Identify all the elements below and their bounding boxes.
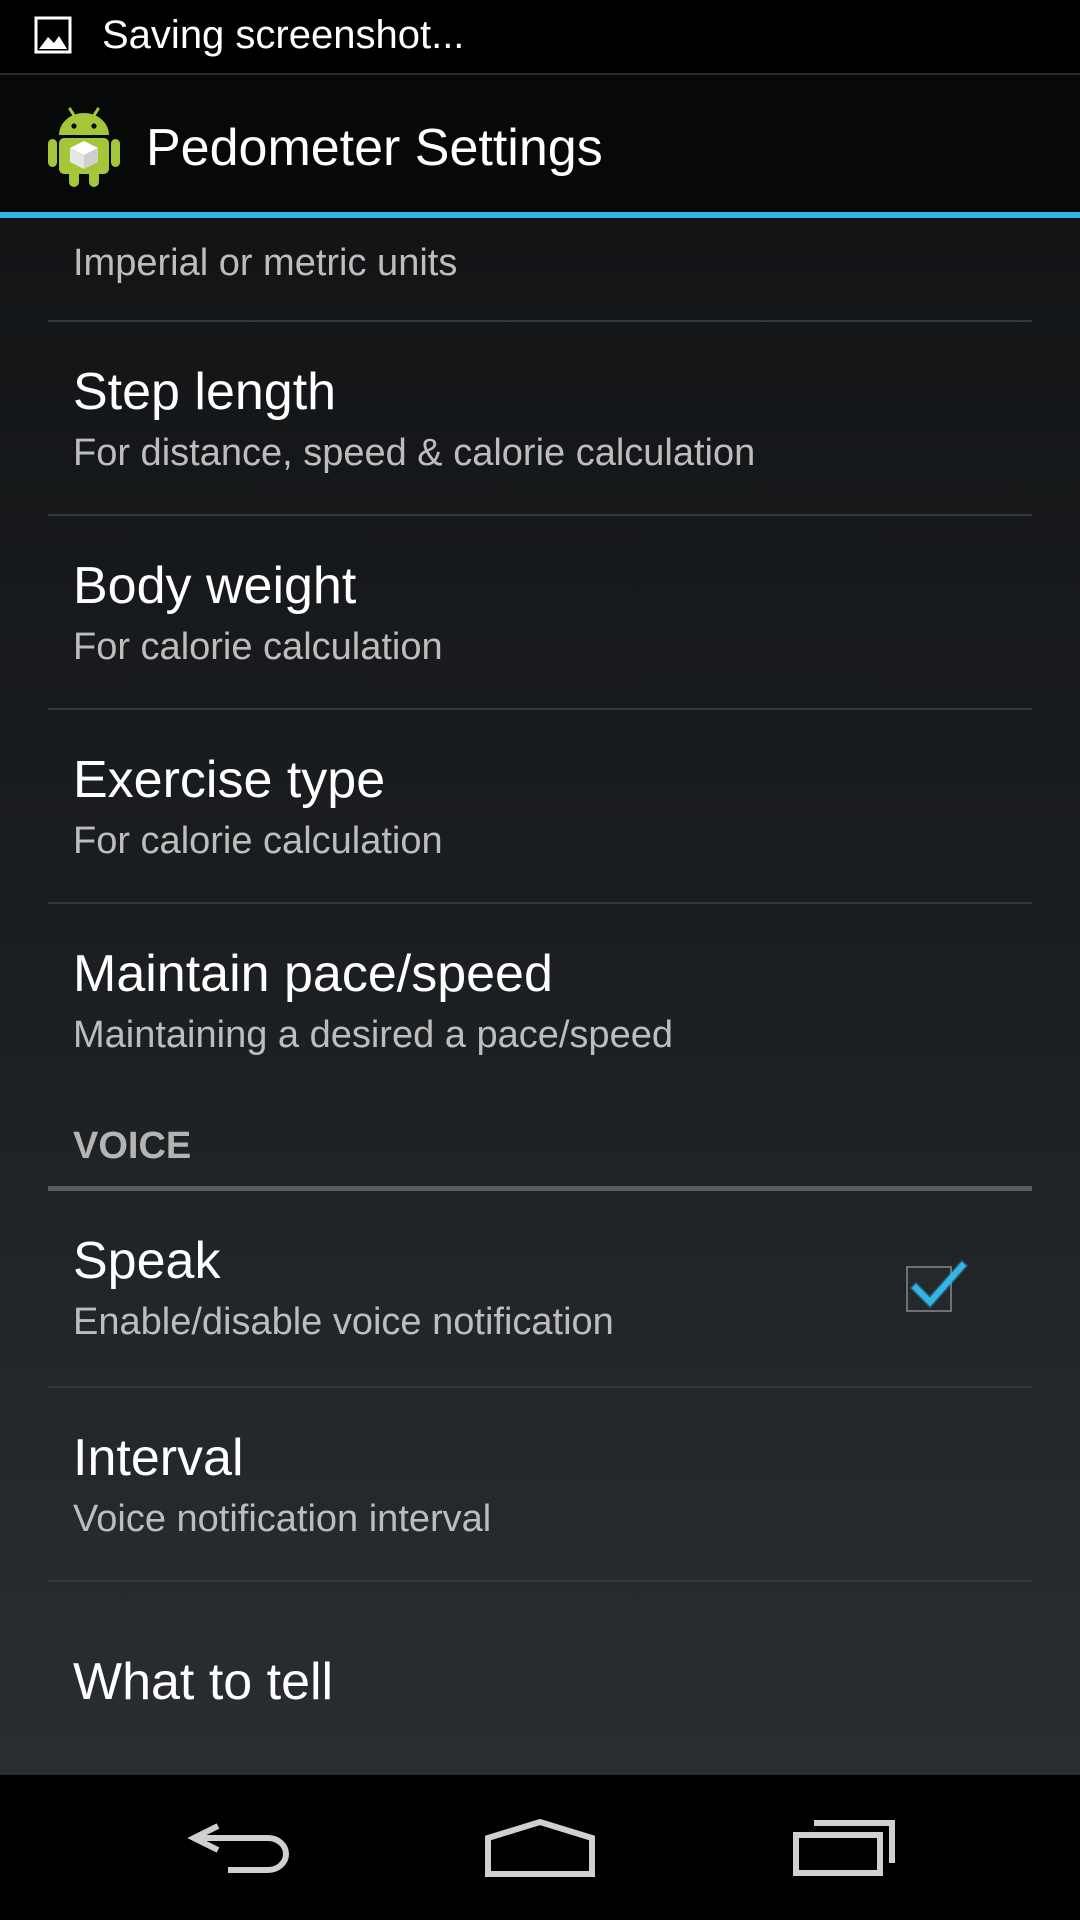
pref-body-weight[interactable]: Body weight For calorie calculation	[48, 516, 1032, 708]
action-bar-title: Pedometer Settings	[146, 119, 603, 177]
pref-speak-title: Speak	[73, 1232, 221, 1290]
home-button[interactable]	[420, 1775, 660, 1920]
preference-list[interactable]: Imperial or metric units Step length For…	[0, 218, 1080, 1775]
pref-interval-summary: Voice notification interval	[73, 1498, 492, 1540]
action-bar: Pedometer Settings	[0, 75, 1080, 217]
recent-apps-button[interactable]	[724, 1775, 964, 1920]
pref-body-weight-summary: For calorie calculation	[73, 626, 443, 668]
pref-units-summary: Imperial or metric units	[73, 242, 458, 284]
android-app-icon[interactable]	[46, 103, 122, 189]
pref-speak[interactable]: Speak Enable/disable voice notification	[48, 1191, 1032, 1383]
screenshot-icon	[34, 16, 72, 54]
status-notification-text: Saving screenshot...	[102, 13, 465, 57]
pref-interval[interactable]: Interval Voice notification interval	[48, 1388, 1032, 1580]
recent-apps-icon	[793, 1819, 895, 1876]
pref-step-length-summary: For distance, speed & calorie calculatio…	[73, 432, 756, 474]
pref-maintain-pace[interactable]: Maintain pace/speed Maintaining a desire…	[48, 904, 1032, 1096]
back-button[interactable]	[120, 1775, 360, 1920]
pref-body-weight-title: Body weight	[73, 557, 357, 615]
pref-exercise-type-summary: For calorie calculation	[73, 820, 443, 862]
category-voice-header: VOICE	[73, 1125, 192, 1167]
pref-what-to-tell[interactable]: What to tell	[48, 1582, 1032, 1775]
back-icon	[188, 1822, 289, 1873]
pref-step-length-title: Step length	[73, 363, 337, 421]
checkmark-icon	[909, 1259, 969, 1309]
pref-maintain-pace-title: Maintain pace/speed	[73, 945, 553, 1003]
pref-exercise-type[interactable]: Exercise type For calorie calculation	[48, 710, 1032, 902]
pref-units[interactable]: Imperial or metric units	[48, 218, 1032, 320]
pref-step-length[interactable]: Step length For distance, speed & calori…	[48, 322, 1032, 514]
speak-checkbox[interactable]	[906, 1259, 969, 1312]
pref-what-to-tell-title: What to tell	[73, 1653, 334, 1711]
pref-interval-title: Interval	[73, 1429, 244, 1487]
pref-exercise-type-title: Exercise type	[73, 751, 386, 809]
status-bar: Saving screenshot...	[0, 0, 1080, 75]
pref-maintain-pace-summary: Maintaining a desired a pace/speed	[73, 1014, 673, 1056]
navigation-bar	[0, 1775, 1080, 1920]
screen: Saving screenshot... Pedometer Settings	[0, 0, 1080, 1920]
pref-speak-summary: Enable/disable voice notification	[73, 1301, 614, 1343]
home-icon	[485, 1818, 595, 1877]
